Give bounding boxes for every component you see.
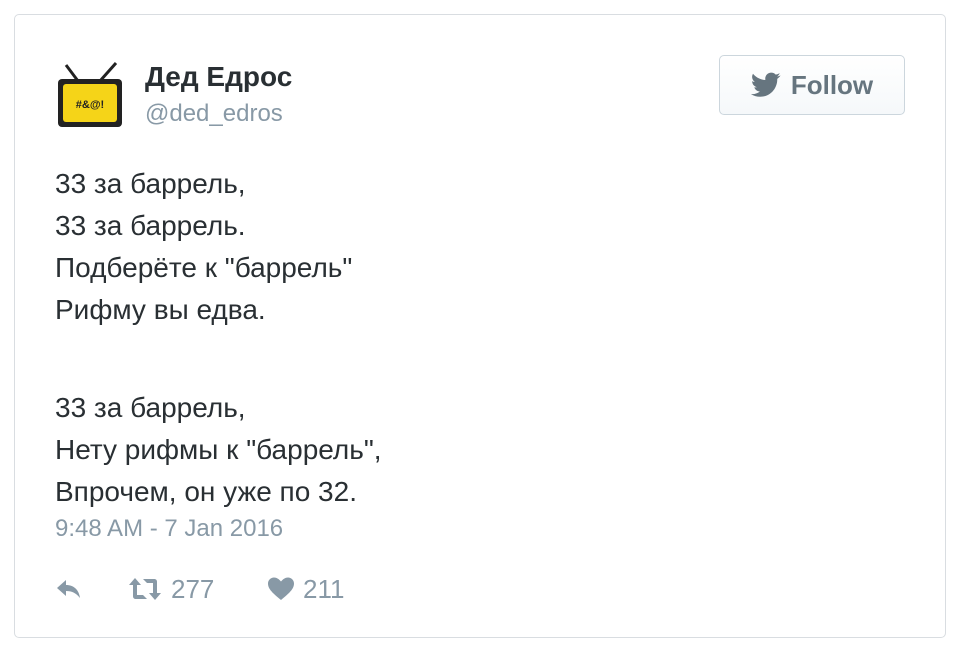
retweet-button[interactable]: 277: [127, 574, 267, 605]
tweet-line: Нету рифмы к "баррель",: [55, 434, 382, 465]
follow-button[interactable]: Follow: [719, 55, 905, 115]
follow-label: Follow: [790, 69, 874, 100]
like-button[interactable]: 211: [267, 574, 387, 605]
tweet-card: #&@! Дед Едрос @ded_edros Follow 33 за б…: [14, 14, 946, 638]
heart-icon: [267, 576, 295, 602]
tweet-line: 33 за баррель,: [55, 392, 246, 423]
tv-avatar-icon[interactable]: #&@!: [54, 59, 126, 131]
tweet-line: 33 за баррель.: [55, 210, 246, 241]
retweet-count: 277: [171, 573, 215, 604]
tweet-line: Подберёте к "баррель": [55, 252, 353, 283]
reply-button[interactable]: [55, 577, 127, 601]
tweet-line: Рифму вы едва.: [55, 294, 266, 325]
avatar-text: #&@!: [76, 99, 104, 111]
tweet-text: 33 за баррель, 33 за баррель. Подберёте …: [55, 163, 915, 513]
like-count: 211: [303, 573, 345, 604]
tweet-line: Впрочем, он уже по 32.: [55, 476, 357, 507]
stanza-gap: [55, 331, 915, 387]
tweet-line: 33 за баррель,: [55, 168, 246, 199]
retweet-icon: [127, 576, 163, 602]
author-handle[interactable]: @ded_edros: [145, 100, 283, 128]
author-display-name[interactable]: Дед Едрос: [145, 61, 292, 93]
twitter-bird-icon: [750, 72, 781, 98]
tweet-timestamp[interactable]: 9:48 AM - 7 Jan 2016: [55, 515, 283, 543]
reply-icon: [55, 577, 83, 601]
tweet-actions: 277 211: [55, 571, 387, 607]
